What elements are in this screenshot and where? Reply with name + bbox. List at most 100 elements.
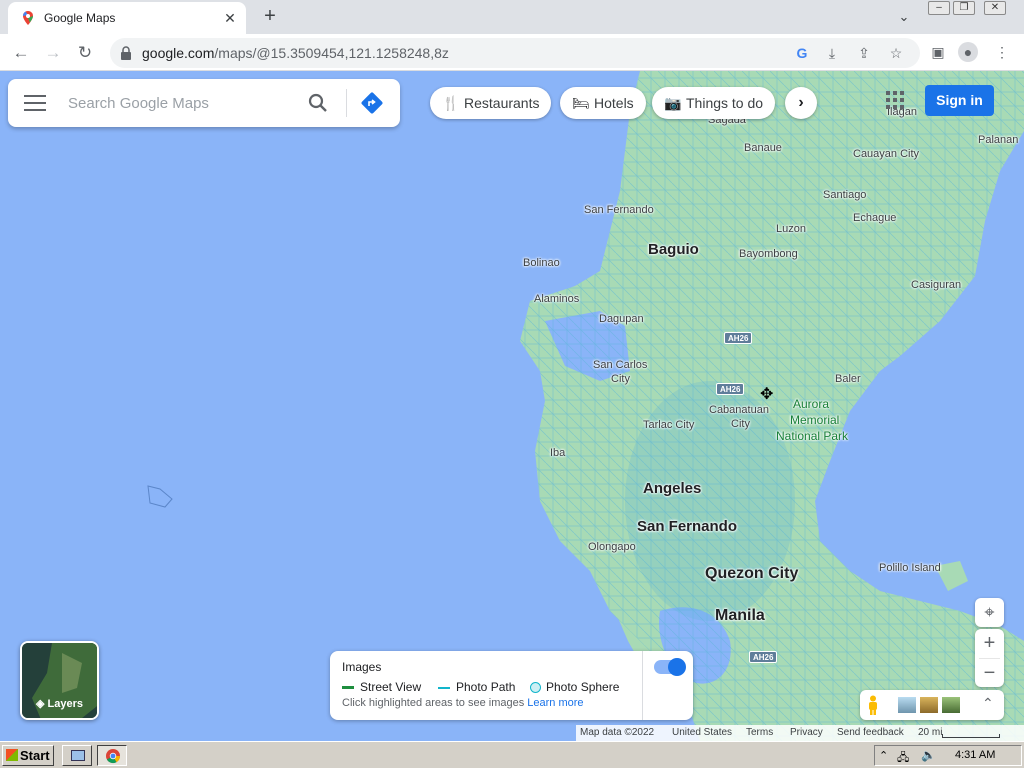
tab-google-maps[interactable]: Google Maps ✕ xyxy=(8,2,246,34)
start-button[interactable]: Start xyxy=(2,745,54,766)
park-label[interactable]: National Park xyxy=(776,429,848,444)
country-link[interactable]: United States xyxy=(672,725,732,741)
expand-icon[interactable]: ⌃ xyxy=(982,695,994,712)
place-label[interactable]: City xyxy=(611,373,630,385)
fork-knife-icon: 🍴 xyxy=(442,95,460,111)
pegman-icon[interactable] xyxy=(866,695,880,715)
place-label[interactable]: Manila xyxy=(715,607,765,625)
restore-button[interactable]: ❐ xyxy=(953,1,975,15)
place-label[interactable]: Cabanatuan xyxy=(709,404,769,416)
chip-label: Things to do xyxy=(686,95,764,111)
zoom-in-button[interactable]: + xyxy=(975,629,1004,658)
place-label[interactable]: Dagupan xyxy=(599,313,644,325)
scale-label[interactable]: 20 mi xyxy=(918,725,942,741)
back-icon[interactable]: ← xyxy=(8,40,34,66)
place-label[interactable]: Polillo Island xyxy=(879,562,941,574)
photo-thumbnail[interactable] xyxy=(920,697,938,713)
place-label[interactable]: San Fernando xyxy=(637,518,737,535)
learn-more-link[interactable]: Learn more xyxy=(527,697,583,709)
road-shield: AH26 xyxy=(716,383,745,395)
park-label[interactable]: Memorial xyxy=(790,413,839,428)
place-label[interactable]: Echague xyxy=(853,212,896,224)
place-label[interactable]: Bolinao xyxy=(523,257,560,269)
map-canvas[interactable]: Sagada Banaue Cauayan City Palanan Ilaga… xyxy=(0,71,1024,741)
place-label[interactable]: Luzon xyxy=(776,223,806,235)
chrome-icon xyxy=(106,749,121,764)
place-label[interactable]: Baler xyxy=(835,373,861,385)
park-label[interactable]: Aurora xyxy=(793,397,829,412)
place-label[interactable]: Palanan xyxy=(978,134,1018,146)
sign-in-button[interactable]: Sign in xyxy=(925,85,994,116)
place-label[interactable]: Bayombong xyxy=(739,248,798,260)
share-icon[interactable]: ⇪ xyxy=(856,45,872,61)
place-label[interactable]: Baguio xyxy=(648,241,699,258)
place-label[interactable]: Cauayan City xyxy=(853,148,919,160)
chip-restaurants[interactable]: 🍴 Restaurants xyxy=(430,87,552,119)
directions-icon[interactable] xyxy=(360,91,384,115)
hamburger-menu-icon[interactable] xyxy=(24,95,46,111)
place-label[interactable]: San Fernando xyxy=(584,204,654,216)
bed-icon: 🛏 xyxy=(572,95,590,111)
tab-close-icon[interactable]: ✕ xyxy=(220,8,240,28)
place-label[interactable]: Quezon City xyxy=(705,565,798,583)
place-label[interactable]: Olongapo xyxy=(588,541,636,553)
privacy-link[interactable]: Privacy xyxy=(790,725,823,741)
layers-icon: ◈ xyxy=(36,698,48,710)
tab-strip: Google Maps ✕ + ⌄ – ❐ ✕ xyxy=(0,0,1024,34)
chips-next-button[interactable]: › xyxy=(785,87,817,119)
my-location-icon[interactable]: ⌖ xyxy=(975,598,1004,627)
tab-search-icon[interactable]: ⌄ xyxy=(894,7,914,27)
volume-icon[interactable]: 🔈 xyxy=(921,748,936,762)
images-toggle[interactable] xyxy=(654,658,686,676)
network-icon[interactable]: 🖧 xyxy=(897,749,909,768)
google-lens-icon[interactable]: G xyxy=(794,45,810,61)
send-feedback-link[interactable]: Send feedback xyxy=(837,725,904,741)
divider xyxy=(346,89,347,117)
zoom-controls: + − xyxy=(975,629,1004,687)
start-label: Start xyxy=(20,748,50,763)
chip-label: Restaurants xyxy=(464,95,540,111)
side-panel-icon[interactable]: ▣ xyxy=(928,42,948,62)
search-icon[interactable] xyxy=(306,91,330,115)
close-window-button[interactable]: ✕ xyxy=(984,1,1006,15)
photo-thumbnail[interactable] xyxy=(942,697,960,713)
kebab-menu-icon[interactable]: ⋮ xyxy=(992,42,1012,62)
terms-link[interactable]: Terms xyxy=(746,725,773,741)
place-label[interactable]: Angeles xyxy=(643,480,701,497)
install-app-icon[interactable]: ⤓ xyxy=(824,45,840,61)
images-panel-title: Images xyxy=(342,660,382,674)
profile-avatar-icon[interactable]: ● xyxy=(958,42,978,62)
google-apps-icon[interactable] xyxy=(886,91,904,109)
place-label[interactable]: Iba xyxy=(550,447,565,459)
clock[interactable]: 4:31 AM xyxy=(955,749,995,761)
system-tray: ⌃ 🖧 🔈 4:31 AM xyxy=(874,745,1022,766)
photo-thumbnail[interactable] xyxy=(898,697,916,713)
layers-button[interactable]: ◈ Layers xyxy=(20,641,99,720)
chrome-taskbar-button[interactable] xyxy=(97,745,127,766)
chip-things-to-do[interactable]: 📷 Things to do xyxy=(652,87,776,119)
address-bar[interactable]: google.com/maps/@15.3509454,121.1258248,… xyxy=(110,38,920,68)
new-tab-button[interactable]: + xyxy=(258,5,282,29)
tray-expand-icon[interactable]: ⌃ xyxy=(879,749,888,762)
place-label[interactable]: City xyxy=(731,418,750,430)
place-label[interactable]: Casiguran xyxy=(911,279,961,291)
minimize-button[interactable]: – xyxy=(928,1,950,15)
road-shield: AH26 xyxy=(724,332,753,344)
zoom-out-button[interactable]: − xyxy=(975,659,1004,688)
place-label[interactable]: Santiago xyxy=(823,189,866,201)
reload-icon[interactable]: ↻ xyxy=(72,40,98,66)
taskbar: Start ⌃ 🖧 🔈 4:31 AM xyxy=(0,741,1024,768)
forward-icon[interactable]: → xyxy=(40,40,66,66)
legend-street-view: Street View xyxy=(342,680,421,694)
chip-hotels[interactable]: 🛏 Hotels xyxy=(560,87,646,119)
photo-path-dash-icon xyxy=(438,686,450,689)
place-label[interactable]: San Carlos xyxy=(593,359,647,371)
legend-label: Photo Path xyxy=(456,680,516,694)
place-label[interactable]: Alaminos xyxy=(534,293,579,305)
bookmark-star-icon[interactable]: ☆ xyxy=(888,45,904,61)
url-path: /maps/@15.3509454,121.1258248,8z xyxy=(214,45,449,61)
place-label[interactable]: Tarlac City xyxy=(643,419,694,431)
place-label[interactable]: Banaue xyxy=(744,142,782,154)
search-input[interactable] xyxy=(68,91,298,115)
show-desktop-icon[interactable] xyxy=(62,745,92,766)
